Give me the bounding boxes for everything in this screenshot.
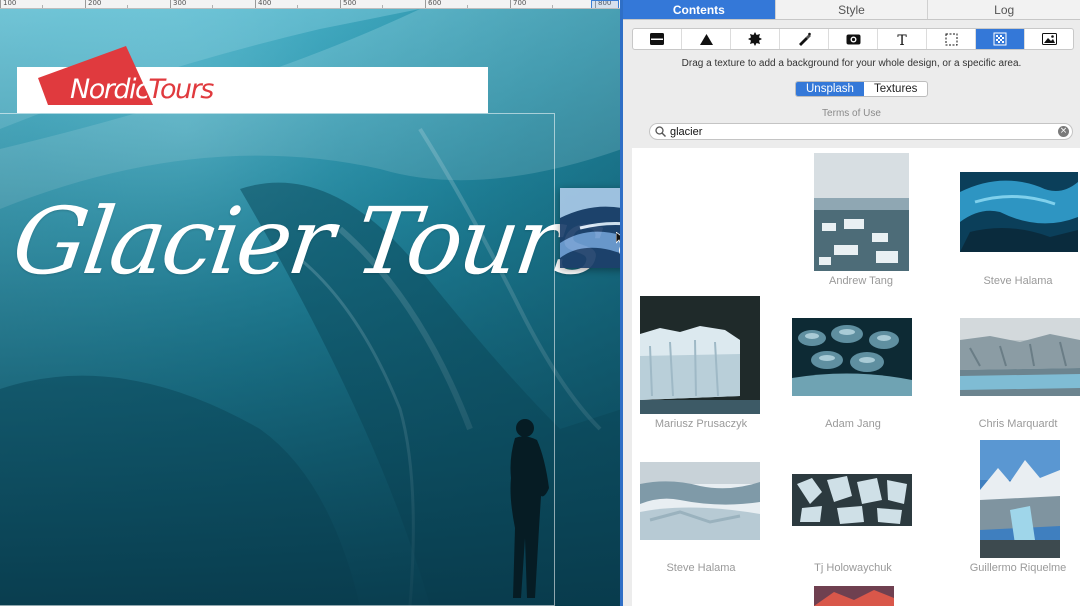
dragged-texture-thumbnail[interactable] — [560, 188, 622, 268]
tab-contents[interactable]: Contents — [623, 0, 775, 19]
result-credit: Steve Halama — [666, 562, 736, 574]
result-credit: Andrew Tang — [828, 275, 893, 287]
result-credit: Mariusz Prusaczyk — [654, 418, 748, 430]
design-canvas[interactable]: 100 200 300 400 500 600 700 800 NordicTo… — [0, 0, 622, 606]
badge-icon[interactable] — [731, 29, 780, 49]
result-credit: Chris Marquardt — [978, 418, 1058, 430]
ruler-selection-marker — [591, 0, 619, 8]
texture-icon[interactable] — [976, 29, 1025, 49]
terms-of-use-link[interactable]: Terms of Use — [623, 108, 1080, 119]
area-icon[interactable] — [927, 29, 976, 49]
ruler-label: 400 — [258, 0, 272, 7]
photo-icon[interactable] — [1025, 29, 1073, 49]
hero-title[interactable]: Glacier Tours — [6, 188, 608, 295]
ruler-label: 500 — [343, 0, 357, 7]
source-segmented-control: Unsplash Textures — [795, 81, 929, 97]
texture-hint-text: Drag a texture to add a background for y… — [681, 58, 1022, 69]
search-input[interactable] — [670, 125, 1050, 138]
ruler-label: 100 — [3, 0, 17, 7]
result-thumbnail — [960, 318, 1080, 396]
image-icon[interactable] — [829, 29, 878, 49]
texture-results-grid: Andrew Tang Steve Halama Mariusz Prusacz… — [632, 148, 1080, 606]
shape-icon[interactable] — [682, 29, 731, 49]
content-toolbar: T — [632, 28, 1074, 50]
svg-text:T: T — [897, 33, 907, 46]
logo-text[interactable]: NordicTours — [70, 74, 214, 105]
pen-icon[interactable] — [780, 29, 829, 49]
ruler-label: 200 — [88, 0, 102, 7]
tab-style[interactable]: Style — [774, 0, 928, 19]
layout-icon[interactable] — [633, 29, 682, 49]
logo-word-nordic: Nordic — [70, 74, 150, 105]
result-credit: Adam Jang — [825, 418, 881, 430]
ruler-label: 600 — [428, 0, 442, 7]
result-thumbnail-empty — [640, 190, 760, 268]
logo-word-tours: Tours — [148, 74, 214, 105]
search-icon — [655, 126, 666, 137]
ruler-label: 300 — [173, 0, 187, 7]
text-icon[interactable]: T — [878, 29, 927, 49]
horizontal-ruler: 100 200 300 400 500 600 700 800 — [0, 0, 622, 9]
result-thumbnail — [640, 462, 760, 540]
result-thumbnail — [960, 172, 1078, 252]
inspector-tabs: Contents Style Log — [623, 0, 1080, 20]
result-credit: Tj Holowaychuk — [814, 562, 892, 574]
search-field: × — [649, 123, 1073, 140]
person-silhouette — [510, 419, 549, 598]
inspector-panel: Contents Style Log T Drag a texture to a… — [623, 0, 1080, 606]
result-credit: Guillermo Riquelme — [969, 562, 1067, 574]
result-credit: Steve Halama — [983, 275, 1053, 287]
result-thumbnail — [792, 318, 912, 396]
clear-search-icon[interactable]: × — [1058, 126, 1069, 137]
result-thumbnail — [792, 474, 912, 526]
source-textures-button[interactable]: Textures — [864, 82, 927, 96]
result-thumbnail — [640, 296, 760, 414]
split-divider[interactable] — [620, 0, 623, 606]
result-thumbnail — [814, 586, 894, 606]
ruler-label: 700 — [513, 0, 527, 7]
result-thumbnail — [980, 440, 1060, 558]
source-unsplash-button[interactable]: Unsplash — [796, 82, 864, 96]
tab-log[interactable]: Log — [927, 0, 1080, 19]
result-thumbnail — [814, 153, 909, 271]
